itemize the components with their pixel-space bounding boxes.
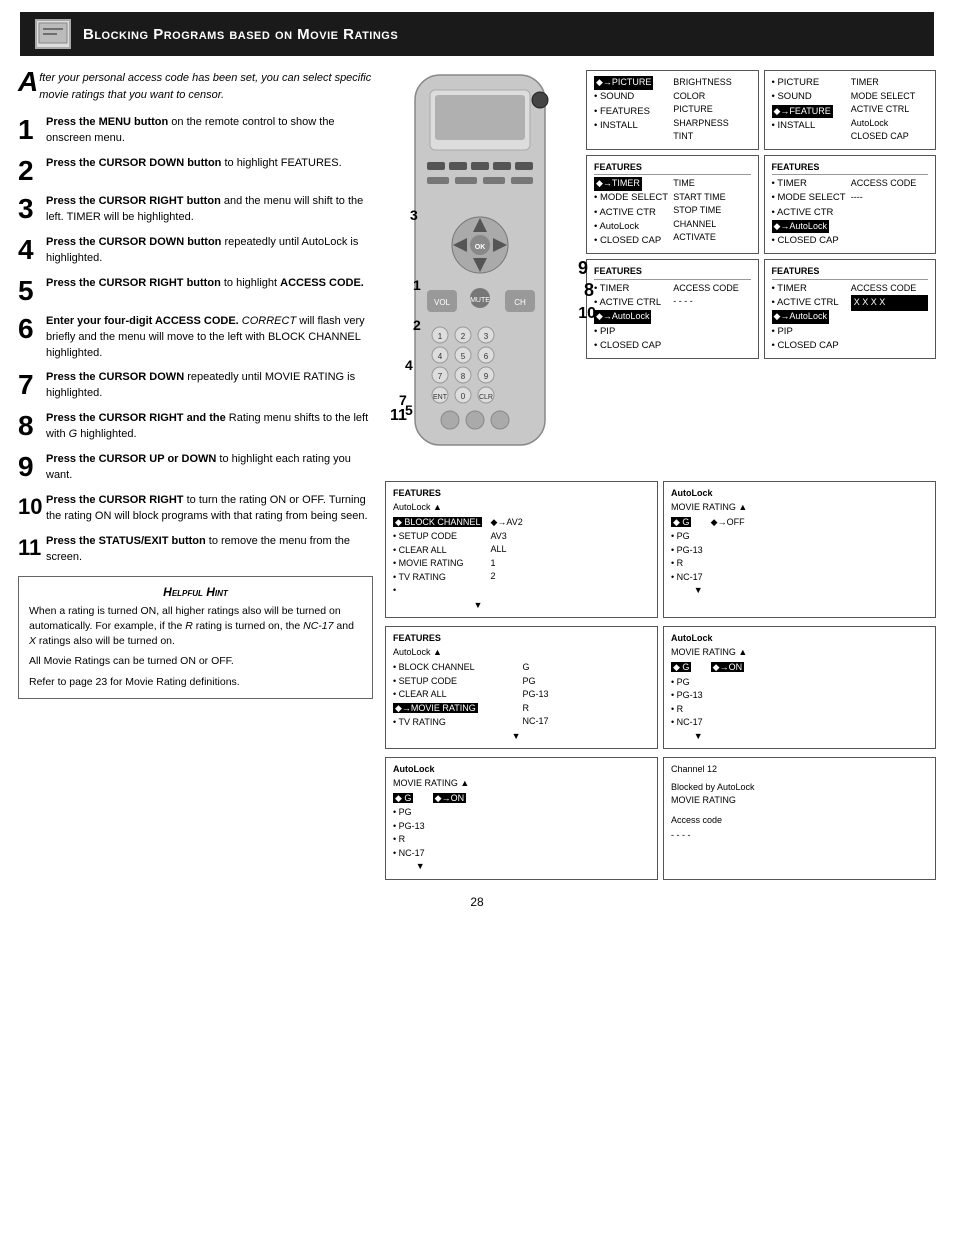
screen-features-autolock: FEATURES • TIMER • MODE SELECT • ACTIVE … [764,155,937,255]
screen-movie-rating-off: AutoLock MOVIE RATING ▲ ◆ G • PG • PG-13… [663,481,936,618]
screen-access-code-left: FEATURES • TIMER • ACTIVE CTRL ◆→AutoLoc… [586,259,759,359]
step-11-number: 11 [18,534,46,566]
step-4-number: 4 [18,235,46,267]
svg-text:4: 4 [438,352,443,361]
svg-text:3: 3 [484,332,489,341]
hint-text-3: Refer to page 23 for Movie Rating defini… [29,675,362,690]
svg-text:5: 5 [461,352,466,361]
hint-box: Helpful Hint When a rating is turned ON,… [18,576,373,699]
svg-text:8: 8 [461,372,466,381]
step-6: 6 Enter your four-digit ACCESS CODE. COR… [18,314,373,362]
screen-block-channel: FEATURES AutoLock ▲ ◆ BLOCK CHANNEL • SE… [385,481,658,618]
svg-text:MUTE: MUTE [470,297,490,304]
svg-text:ENT: ENT [433,394,448,401]
step-10-text: Press the CURSOR RIGHT to turn the ratin… [46,493,373,525]
svg-text:0: 0 [461,392,466,401]
step-2: 2 Press the CURSOR DOWN button to highli… [18,156,373,185]
step-1-number: 1 [18,115,46,147]
page-wrapper: Blocking Programs based on Movie Ratings… [0,12,954,924]
screen-features-timer: FEATURES ◆→TIMER • MODE SELECT • ACTIVE … [586,155,759,255]
hint-text-2: All Movie Ratings can be turned ON or OF… [29,654,362,669]
svg-text:CH: CH [514,298,526,307]
screen-movie-rating-final: AutoLock MOVIE RATING ▲ ◆ G • PG • PG-13… [385,757,658,880]
svg-text:7: 7 [399,392,407,408]
step-1-text: Press the MENU button on the remote cont… [46,115,373,147]
step-2-number: 2 [18,156,46,185]
svg-text:OK: OK [475,244,486,251]
step-7-text: Press the CURSOR DOWN repeatedly until M… [46,370,373,402]
screens-stack: ◆→PICTURE • SOUND • FEATURES • INSTALL B… [586,70,936,359]
remote-control-diagram: OK VOL CH MUTE 1 2 [385,70,580,473]
svg-text:6: 6 [484,352,489,361]
svg-text:7: 7 [438,372,443,381]
svg-text:VOL: VOL [434,298,451,307]
hint-text-1: When a rating is turned ON, all higher r… [29,604,362,650]
drop-cap: A [18,70,38,94]
svg-text:1: 1 [438,332,443,341]
step-6-number: 6 [18,314,46,362]
svg-text:1: 1 [413,277,421,293]
left-column: A fter your personal access code has bee… [18,70,373,880]
screen-features-picture: ◆→PICTURE • SOUND • FEATURES • INSTALL B… [586,70,759,150]
step-11-text: Press the STATUS/EXIT button to remove t… [46,534,373,566]
page-title: Blocking Programs based on Movie Ratings [83,26,398,43]
step-9-text: Press the CURSOR UP or DOWN to highlight… [46,452,373,484]
steps-list: 1 Press the MENU button on the remote co… [18,115,373,566]
svg-text:CLR: CLR [479,394,493,401]
step-5: 5 Press the CURSOR RIGHT button to highl… [18,276,373,305]
svg-text:4: 4 [405,357,413,373]
screen-channel-blocked: Channel 12 Blocked by AutoLock MOVIE RAT… [663,757,936,880]
step-7: 7 Press the CURSOR DOWN repeatedly until… [18,370,373,402]
page-number: 28 [0,880,954,924]
step-10: 10 Press the CURSOR RIGHT to turn the ra… [18,493,373,525]
screen-movie-rating-list: FEATURES AutoLock ▲ • BLOCK CHANNEL • SE… [385,626,658,749]
right-column: OK VOL CH MUTE 1 2 [385,70,936,880]
step-3: 3 Press the CURSOR RIGHT button and the … [18,194,373,226]
step-4: 4 Press the CURSOR DOWN button repeatedl… [18,235,373,267]
svg-text:3: 3 [410,207,418,223]
step-10-number: 10 [18,493,46,525]
svg-text:2: 2 [461,332,466,341]
step-8-number: 8 [18,411,46,443]
step-5-text: Press the CURSOR RIGHT button to highlig… [46,276,364,305]
screen-movie-rating-on: AutoLock MOVIE RATING ▲ ◆ G • PG • PG-13… [663,626,936,749]
step-9: 9 Press the CURSOR UP or DOWN to highlig… [18,452,373,484]
step-7-number: 7 [18,370,46,402]
step-9-number: 9 [18,452,46,484]
header-icon [35,19,71,49]
step-1: 1 Press the MENU button on the remote co… [18,115,373,147]
step-2-text: Press the CURSOR DOWN button to highligh… [46,156,342,185]
step-6-text: Enter your four-digit ACCESS CODE. CORRE… [46,314,373,362]
screen-access-code-right: FEATURES • TIMER • ACTIVE CTRL ◆→AutoLoc… [764,259,937,359]
step-3-number: 3 [18,194,46,226]
intro-paragraph: A fter your personal access code has bee… [18,70,373,103]
screen-features-feature: • PICTURE • SOUND ◆→FEATURE • INSTALL TI… [764,70,937,150]
step-5-number: 5 [18,276,46,305]
intro-text: fter your personal access code has been … [39,72,371,101]
step-4-text: Press the CURSOR DOWN button repeatedly … [46,235,373,267]
step-11: 11 Press the STATUS/EXIT button to remov… [18,534,373,566]
step-3-text: Press the CURSOR RIGHT button and the me… [46,194,373,226]
step-8-text: Press the CURSOR RIGHT and the Rating me… [46,411,373,443]
svg-text:9: 9 [484,372,489,381]
svg-text:2: 2 [413,317,421,333]
hint-title: Helpful Hint [29,585,362,599]
step-8: 8 Press the CURSOR RIGHT and the Rating … [18,411,373,443]
